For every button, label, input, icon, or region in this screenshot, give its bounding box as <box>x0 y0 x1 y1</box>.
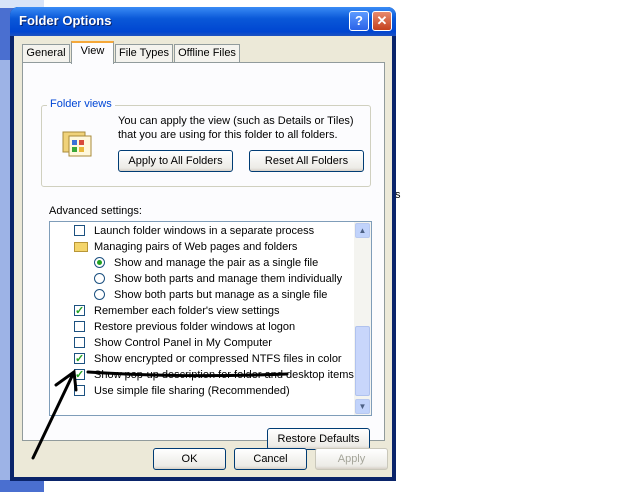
tab-view[interactable]: View <box>71 41 114 64</box>
annotation-overlay <box>31 369 289 460</box>
annotation-arrow <box>31 369 78 460</box>
annotation-underline <box>86 370 289 378</box>
